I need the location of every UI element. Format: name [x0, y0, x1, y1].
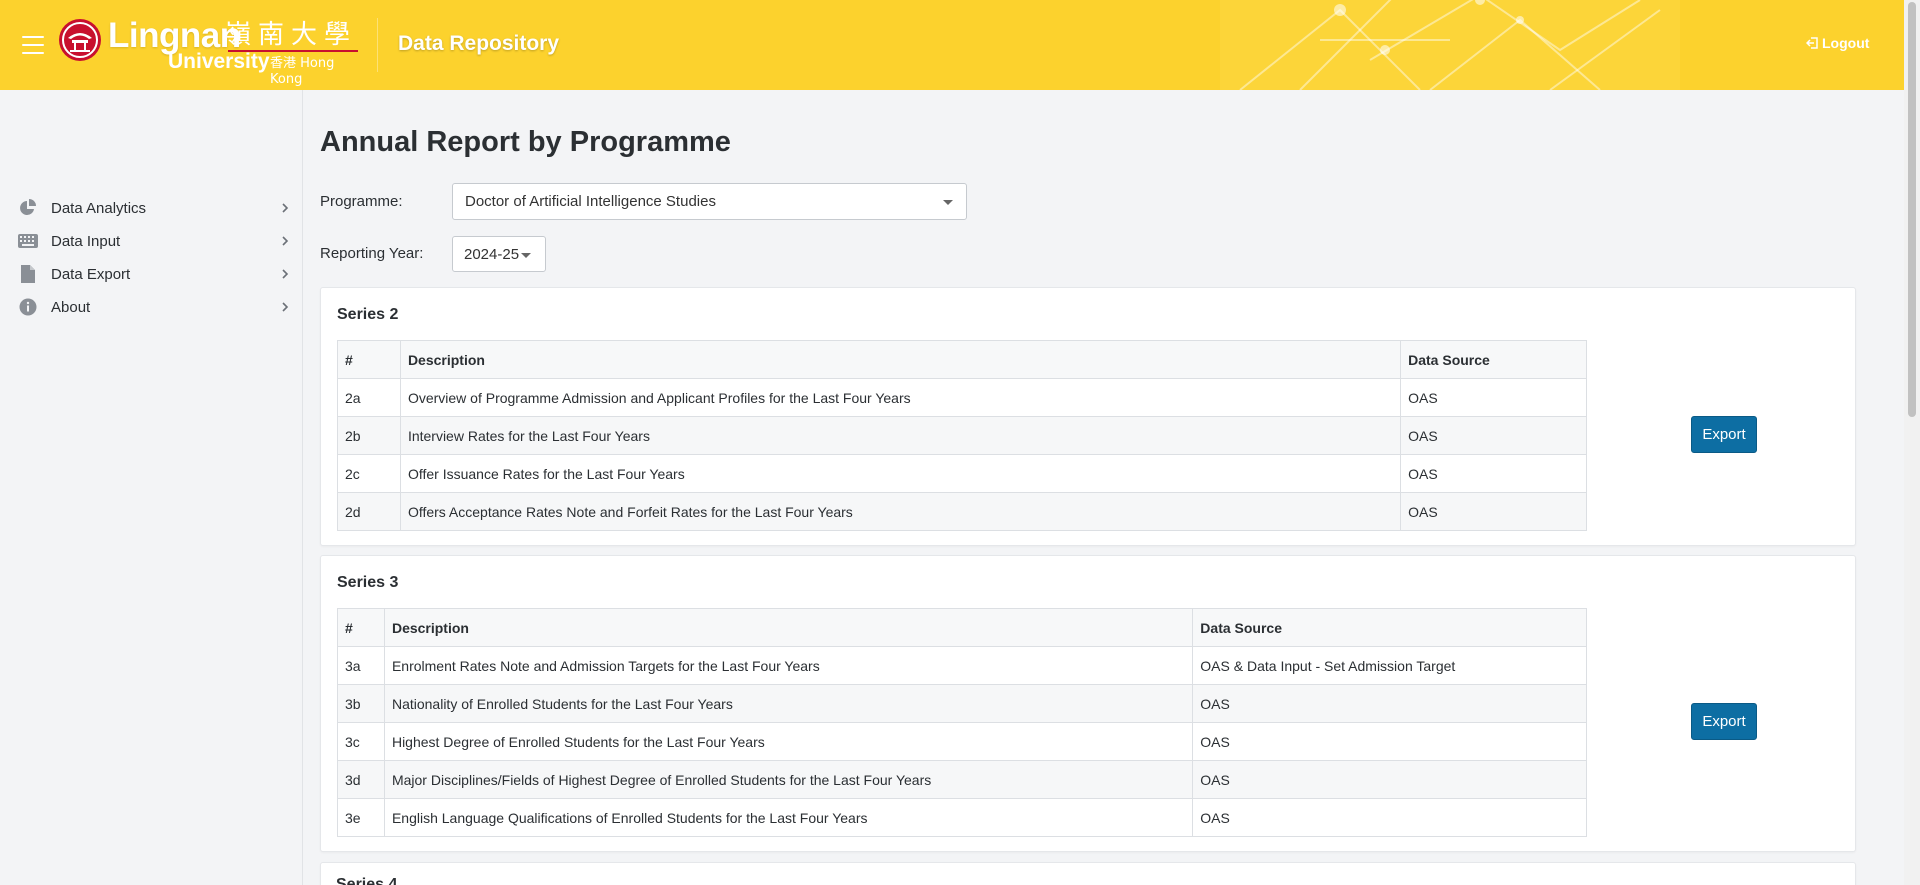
row-description: Overview of Programme Admission and Appl…: [399, 378, 1402, 417]
table-row: 3a Enrolment Rates Note and Admission Ta…: [337, 646, 1587, 685]
row-data-source: OAS: [1192, 722, 1587, 761]
row-num: 2a: [337, 378, 401, 417]
row-description: Major Disciplines/Fields of Highest Degr…: [383, 760, 1194, 799]
series-3-title: Series 3: [337, 574, 399, 591]
logout-icon: [1806, 37, 1818, 49]
sidebar-item-label: Data Export: [51, 266, 131, 283]
table-row: 3d Major Disciplines/Fields of Highest D…: [337, 760, 1587, 799]
table-header-row: # Description Data Source: [337, 608, 1587, 647]
table-row: 2a Overview of Programme Admission and A…: [337, 378, 1587, 417]
table-row: 3e English Language Qualifications of En…: [337, 798, 1587, 837]
row-description: Enrolment Rates Note and Admission Targe…: [383, 646, 1194, 685]
column-header-description: Description: [399, 340, 1402, 379]
keyboard-icon: [18, 232, 38, 250]
sidebar-item-data-input[interactable]: Data Input: [0, 225, 302, 258]
row-num: 3d: [337, 760, 385, 799]
row-description: Offer Issuance Rates for the Last Four Y…: [399, 454, 1402, 493]
sidebar: Data Analytics Data Input Data Export Ab…: [0, 90, 303, 885]
menu-toggle-icon[interactable]: [22, 36, 44, 54]
chevron-right-icon: [282, 236, 289, 246]
file-icon: [18, 265, 38, 283]
row-data-source: OAS: [1192, 684, 1587, 723]
page-scrollbar[interactable]: [1904, 0, 1920, 885]
table-row: 2c Offer Issuance Rates for the Last Fou…: [337, 454, 1587, 493]
sidebar-item-label: Data Input: [51, 233, 121, 250]
column-header-num: #: [337, 608, 385, 647]
sidebar-item-data-export[interactable]: Data Export: [0, 258, 302, 291]
reporting-year-label: Reporting Year:: [320, 245, 424, 262]
logout-button[interactable]: Logout: [1806, 35, 1869, 51]
row-data-source: OAS: [1192, 760, 1587, 799]
row-description: Highest Degree of Enrolled Students for …: [383, 722, 1194, 761]
sidebar-item-data-analytics[interactable]: Data Analytics: [0, 192, 302, 225]
header-decoration: [1220, 0, 1680, 90]
row-num: 3b: [337, 684, 385, 723]
reporting-year-select[interactable]: 2024-25: [452, 236, 546, 272]
row-data-source: OAS: [1400, 378, 1587, 417]
row-data-source: OAS: [1400, 492, 1587, 531]
info-icon: [18, 298, 38, 316]
series-4-title: Series 4: [336, 876, 398, 885]
series-2-title: Series 2: [337, 306, 399, 323]
table-row: 3c Highest Degree of Enrolled Students f…: [337, 722, 1587, 761]
row-num: 2d: [337, 492, 401, 531]
logout-label: Logout: [1822, 35, 1870, 51]
table-row: 2d Offers Acceptance Rates Note and Forf…: [337, 492, 1587, 531]
row-num: 3e: [337, 798, 385, 837]
chevron-right-icon: [282, 269, 289, 279]
sidebar-item-label: About: [51, 299, 91, 316]
caret-down-icon: [943, 200, 953, 205]
row-num: 2c: [337, 454, 401, 493]
series-3-export-button[interactable]: Export: [1691, 703, 1757, 740]
row-description: Nationality of Enrolled Students for the…: [383, 684, 1194, 723]
series-3-table: # Description Data Source 3a Enrolment R…: [337, 608, 1587, 837]
table-header-row: # Description Data Source: [337, 340, 1587, 379]
header-divider: [377, 18, 378, 72]
programme-label: Programme:: [320, 193, 403, 210]
app-title: Data Repository: [398, 32, 560, 55]
page-title: Annual Report by Programme: [320, 126, 731, 158]
logo-subtext-hk: 香港 Hong Kong: [270, 56, 335, 87]
programme-select-value: Doctor of Artificial Intelligence Studie…: [465, 193, 716, 210]
chevron-right-icon: [282, 203, 289, 213]
row-num: 3a: [337, 646, 385, 685]
sidebar-item-label: Data Analytics: [51, 200, 147, 217]
column-header-data-source: Data Source: [1192, 608, 1587, 647]
table-row: 3b Nationality of Enrolled Students for …: [337, 684, 1587, 723]
pie-chart-icon: [18, 199, 38, 217]
reporting-year-select-value: 2024-25: [464, 245, 520, 263]
row-data-source: OAS & Data Input - Set Admission Target: [1192, 646, 1587, 685]
column-header-data-source: Data Source: [1400, 340, 1587, 379]
row-description: Offers Acceptance Rates Note and Forfeit…: [399, 492, 1402, 531]
column-header-description: Description: [383, 608, 1194, 647]
table-row: 2b Interview Rates for the Last Four Yea…: [337, 416, 1587, 455]
row-data-source: OAS: [1400, 454, 1587, 493]
series-3-card: Series 3 # Description Data Source 3a En…: [320, 555, 1856, 852]
row-description: English Language Qualifications of Enrol…: [383, 798, 1194, 837]
series-2-table: # Description Data Source 2a Overview of…: [337, 340, 1587, 531]
logo-subtext: University: [168, 50, 270, 73]
series-2-export-button[interactable]: Export: [1691, 416, 1757, 453]
column-header-num: #: [337, 340, 401, 379]
top-header: Lingnan 嶺南大學 University 香港 Hong Kong Dat…: [0, 0, 1904, 90]
programme-select[interactable]: Doctor of Artificial Intelligence Studie…: [452, 183, 967, 220]
series-4-card: [320, 862, 1856, 885]
row-description: Interview Rates for the Last Four Years: [399, 416, 1402, 455]
row-num: 3c: [337, 722, 385, 761]
chevron-right-icon: [282, 302, 289, 312]
row-data-source: OAS: [1400, 416, 1587, 455]
lingnan-logo: Lingnan 嶺南大學 University 香港 Hong Kong: [58, 16, 358, 87]
logo-chinese-name: 嶺南大學: [225, 20, 358, 50]
row-data-source: OAS: [1192, 798, 1587, 837]
lingnan-emblem-icon: [59, 19, 101, 61]
row-num: 2b: [337, 416, 401, 455]
caret-down-icon: [521, 253, 531, 258]
scrollbar-thumb[interactable]: [1908, 2, 1916, 417]
series-2-card: Series 2 # Description Data Source 2a Ov…: [320, 287, 1856, 546]
sidebar-item-about[interactable]: About: [0, 291, 302, 324]
